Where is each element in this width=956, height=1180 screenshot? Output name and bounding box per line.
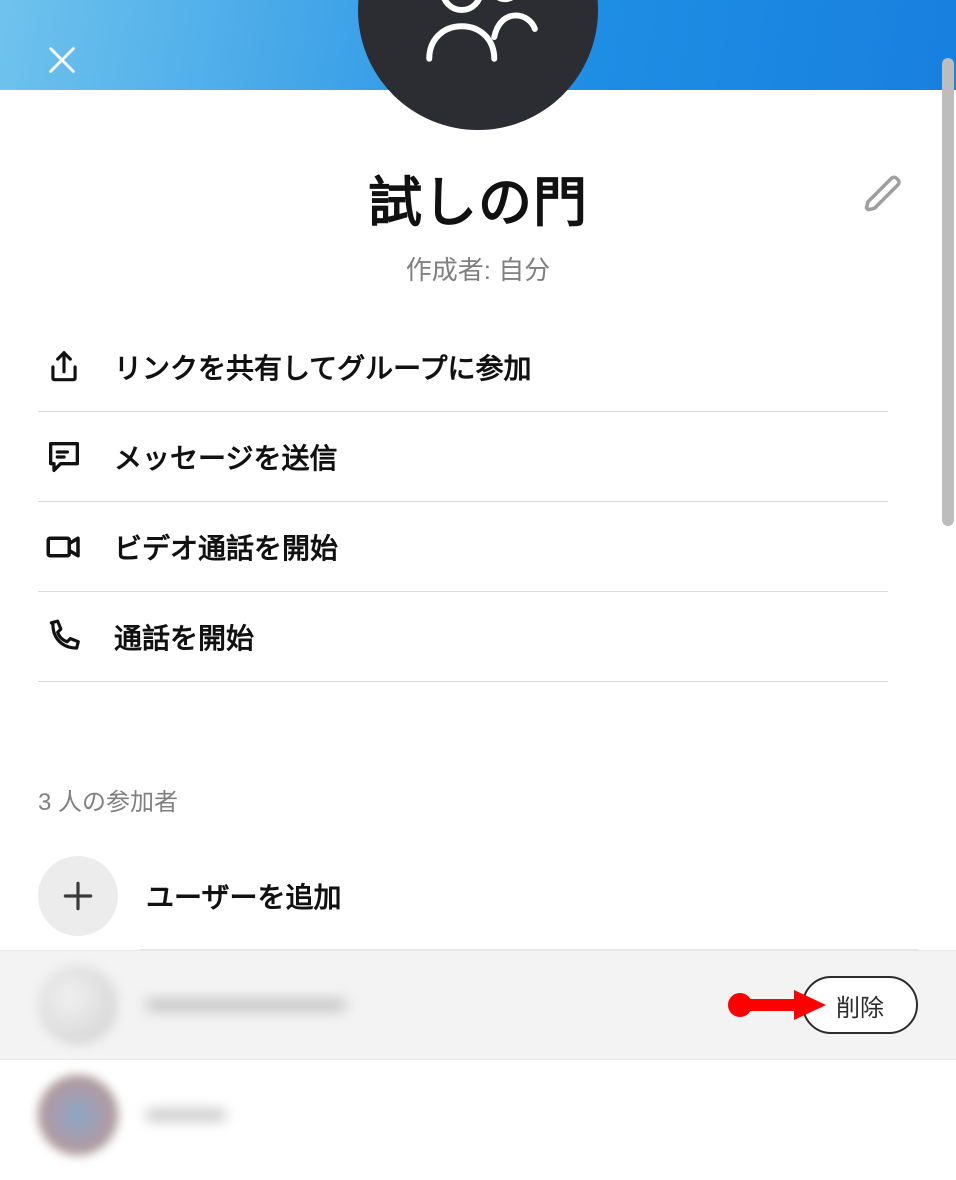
creator-label: 作成者: 自分 — [0, 250, 956, 287]
participants-header: 3 人の参加者 — [38, 782, 178, 817]
start-call-item[interactable]: 通話を開始 — [38, 592, 888, 682]
action-label: リンクを共有してグループに参加 — [114, 347, 531, 387]
participant-name — [146, 1111, 226, 1119]
start-video-item[interactable]: ビデオ通話を開始 — [38, 502, 888, 592]
participants-list: ユーザーを追加 削除 — [0, 842, 956, 1170]
share-link-item[interactable]: リンクを共有してグループに参加 — [38, 322, 888, 412]
group-avatar-icon — [413, 0, 543, 75]
pencil-icon — [863, 173, 905, 215]
participant-avatar — [38, 965, 118, 1045]
action-label: 通話を開始 — [114, 617, 254, 657]
participant-row[interactable]: 削除 — [0, 950, 956, 1060]
action-label: メッセージを送信 — [114, 437, 337, 477]
video-icon — [42, 525, 86, 569]
scrollbar[interactable] — [942, 58, 954, 526]
group-profile-screen: 試しの門 作成者: 自分 リンクを共有してグループに参加 — [0, 0, 956, 1180]
add-user-bubble — [38, 856, 118, 936]
participant-avatar — [38, 1075, 118, 1155]
group-title: 試しの門 — [368, 173, 588, 233]
participant-name — [146, 1001, 346, 1009]
close-button[interactable] — [42, 40, 82, 80]
send-message-item[interactable]: メッセージを送信 — [38, 412, 888, 502]
title-row: 試しの門 — [0, 158, 956, 237]
plus-icon — [59, 877, 97, 915]
participant-row[interactable] — [0, 1060, 956, 1170]
close-icon — [45, 43, 79, 77]
share-icon — [42, 345, 86, 389]
group-avatar — [358, 0, 598, 130]
add-user-item[interactable]: ユーザーを追加 — [0, 842, 956, 950]
phone-icon — [42, 615, 86, 659]
message-icon — [42, 435, 86, 479]
edit-button[interactable] — [860, 170, 908, 218]
add-user-label: ユーザーを追加 — [146, 876, 341, 916]
delete-button[interactable]: 削除 — [802, 976, 918, 1034]
actions-list: リンクを共有してグループに参加 メッセージを送信 ビデオ通話を開始 — [38, 322, 888, 682]
action-label: ビデオ通話を開始 — [114, 527, 338, 567]
